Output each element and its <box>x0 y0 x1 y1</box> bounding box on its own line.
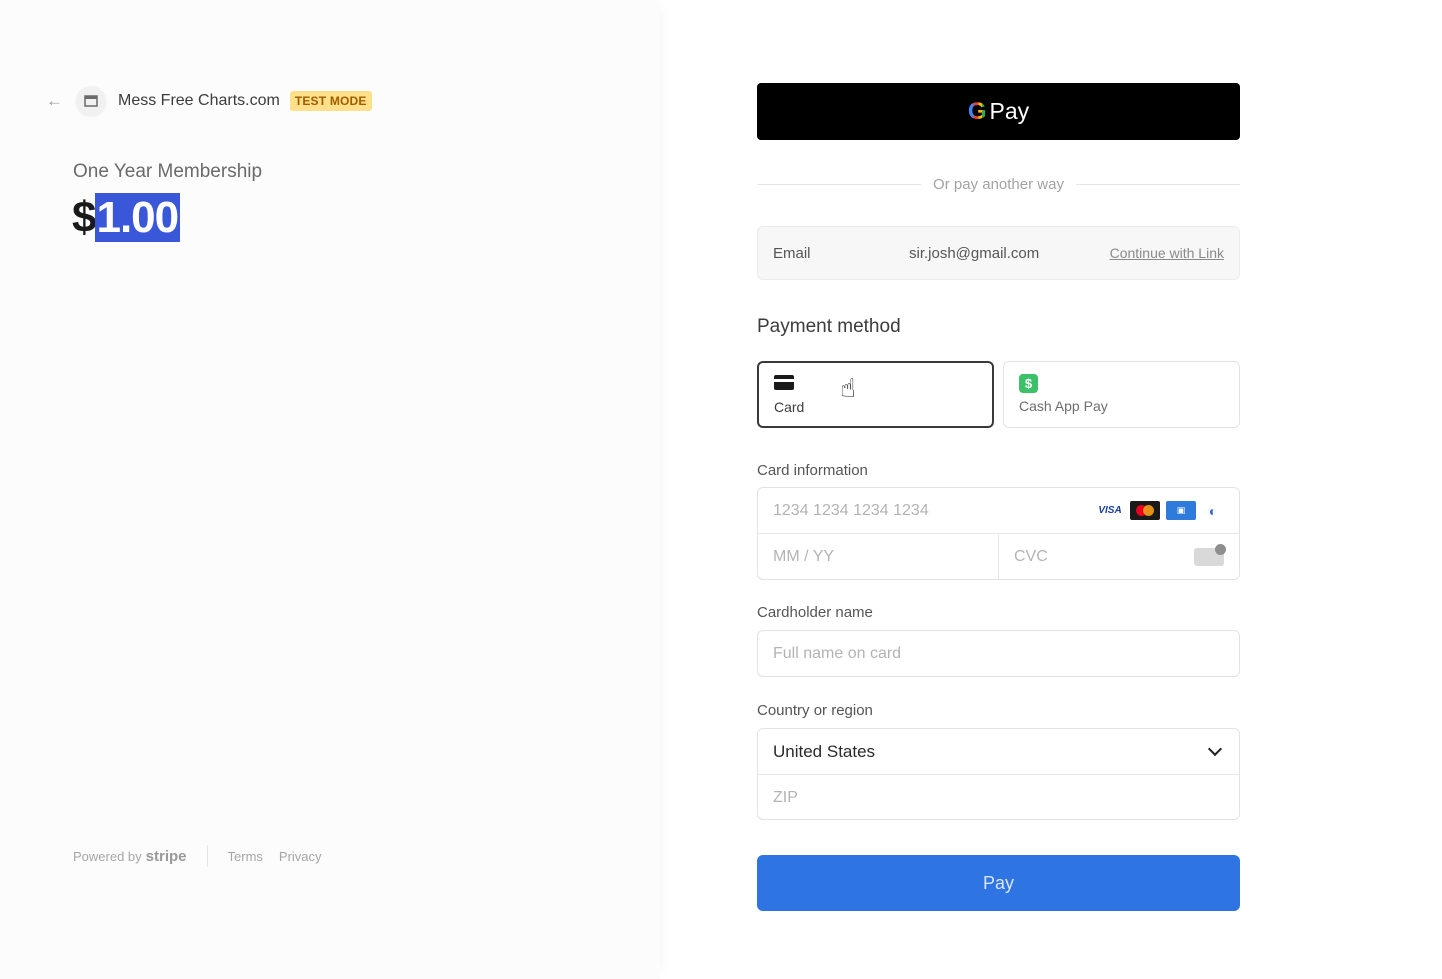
card-information-label: Card information <box>757 462 868 479</box>
or-divider: Or pay another way <box>757 174 1240 194</box>
merchant-name[interactable]: Mess Free Charts.com <box>118 92 280 110</box>
payment-method-card[interactable]: Card <box>757 361 994 428</box>
order-summary-panel: ← Mess Free Charts.com TEST MODE One Yea… <box>0 0 660 979</box>
payment-method-card-label: Card <box>774 399 805 415</box>
footer-divider <box>206 845 208 867</box>
price-amount: 1.00 <box>95 193 181 242</box>
currency-symbol: $ <box>72 193 97 242</box>
pay-button[interactable]: Pay <box>757 855 1240 911</box>
back-arrow-icon[interactable]: ← <box>46 92 64 110</box>
continue-with-link[interactable]: Continue with Link <box>1110 245 1224 261</box>
country-group: United States ZIP <box>757 728 1240 820</box>
privacy-link[interactable]: Privacy <box>279 849 322 864</box>
country-selected: United States <box>773 741 876 761</box>
footer: Powered by stripe Terms Privacy <box>73 845 338 867</box>
google-pay-button[interactable]: G Pay <box>757 83 1240 140</box>
test-mode-badge: TEST MODE <box>289 91 372 111</box>
visa-icon: VISA <box>1098 505 1122 516</box>
email-value[interactable]: sir.josh@gmail.com <box>909 245 1110 262</box>
stripe-logo[interactable]: stripe <box>146 848 187 865</box>
country-select[interactable]: United States <box>758 729 1239 775</box>
country-label: Country or region <box>757 702 873 719</box>
google-g-icon: G <box>967 97 987 125</box>
chevron-down-icon <box>1207 741 1223 757</box>
amex-icon: ▣ <box>1166 501 1196 520</box>
zip-input[interactable]: ZIP <box>758 775 1239 819</box>
card-number-input[interactable]: 1234 1234 1234 1234 VISA ▣ ◐ <box>758 488 1239 534</box>
hand-pointer-cursor-icon: ☝ <box>840 373 856 403</box>
product-price: $1.00 <box>72 190 181 246</box>
google-pay-label: Pay <box>989 98 1030 124</box>
expiry-input[interactable]: MM / YY <box>758 534 999 579</box>
cvc-placeholder: CVC <box>1014 548 1048 565</box>
cvc-card-icon <box>1194 544 1226 566</box>
cash-app-icon: $ <box>1019 374 1038 393</box>
or-divider-text: Or pay another way <box>933 175 1064 193</box>
cardholder-name-input[interactable]: Full name on card <box>757 630 1240 677</box>
diners-icon: ◐ <box>1208 502 1218 519</box>
card-brands: VISA ▣ ◐ <box>1096 501 1224 520</box>
merchant-header: ← Mess Free Charts.com TEST MODE <box>46 86 372 116</box>
card-number-placeholder: 1234 1234 1234 1234 <box>773 501 929 519</box>
payment-method-cash-app-label: Cash App Pay <box>1019 398 1108 414</box>
cvc-input[interactable]: CVC <box>999 534 1239 579</box>
store-icon <box>76 86 106 116</box>
cardholder-name-placeholder: Full name on card <box>773 644 902 662</box>
payment-method-cash-app[interactable]: $ Cash App Pay <box>1003 361 1240 428</box>
email-field[interactable]: Email sir.josh@gmail.com Continue with L… <box>757 226 1240 280</box>
credit-card-icon <box>774 375 794 390</box>
email-label: Email <box>773 244 811 262</box>
terms-link[interactable]: Terms <box>228 849 263 864</box>
payment-method-title: Payment method <box>757 316 901 337</box>
card-information-group: 1234 1234 1234 1234 VISA ▣ ◐ MM / YY CVC <box>757 487 1240 580</box>
mastercard-icon <box>1130 501 1160 520</box>
product-name: One Year Membership <box>73 161 263 182</box>
cardholder-name-label: Cardholder name <box>757 604 873 621</box>
zip-placeholder: ZIP <box>773 789 798 806</box>
powered-by-text: Powered by <box>73 848 142 864</box>
expiry-placeholder: MM / YY <box>773 548 835 565</box>
